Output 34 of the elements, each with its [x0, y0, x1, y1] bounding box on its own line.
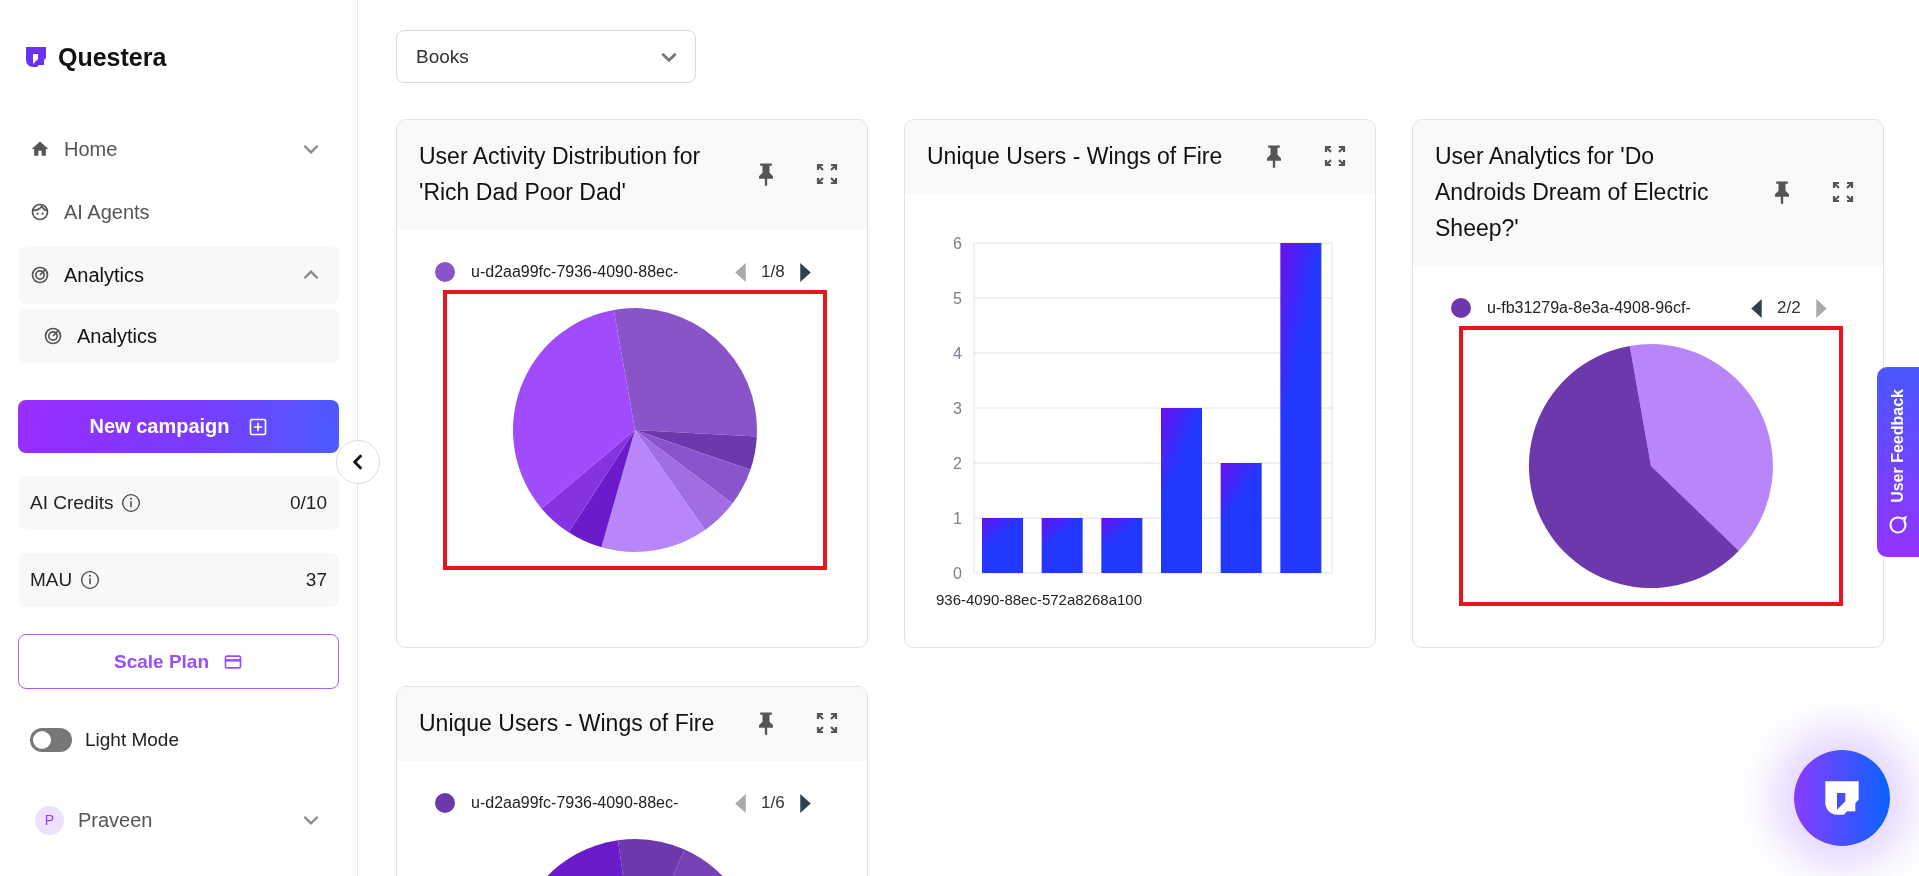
nav-item[interactable]: Analytics [18, 246, 339, 304]
card-title: Unique Users - Wings of Fire [927, 142, 1224, 171]
card-title: Unique Users - Wings of Fire [419, 709, 716, 738]
stat-value: 37 [305, 569, 327, 591]
toggle-label: Light Mode [85, 729, 179, 751]
user-menu[interactable]: P Praveen [18, 800, 339, 840]
axis-tick-label: 2 [953, 455, 962, 472]
legend-label[interactable]: u-fb31279a-8e3a-4908-96cf- [1487, 299, 1750, 317]
axis-tick-label: 5 [953, 290, 962, 307]
axis-tick-label: 6 [953, 235, 962, 252]
new-campaign-button[interactable]: New campaign [18, 400, 339, 453]
nav-subitem[interactable]: Analytics [18, 309, 339, 363]
axis-tick-label: 1 [953, 510, 962, 527]
card-title: User Analytics for 'Do Androids Dream of Electric Sheep?' [1435, 142, 1710, 243]
legend-label[interactable]: u-d2aa99fc-7936-4090-88ec- [471, 263, 734, 281]
page-indicator: 1/8 [761, 262, 785, 282]
nav-item[interactable]: AI Agents [18, 183, 339, 241]
stat-label: MAU [30, 569, 73, 591]
user-avatar: P [35, 805, 64, 835]
axis-tick-label: 4 [953, 345, 962, 362]
brand-name: Questera [58, 42, 167, 72]
nav-item[interactable]: Home [18, 120, 339, 178]
page-indicator: 1/6 [761, 793, 785, 813]
scale-plan-button[interactable]: Scale Plan [18, 634, 339, 689]
feedback-tab[interactable]: User Feedback [1877, 367, 1919, 557]
book-select[interactable]: Books [396, 30, 696, 83]
page-indicator: 2/2 [1777, 298, 1801, 318]
axis-category-label: 936-4090-88ec-572a8268a100 [936, 591, 1142, 608]
legend-label[interactable]: u-d2aa99fc-7936-4090-88ec- [471, 794, 734, 812]
card-title: User Activity Distribution for 'Rich Dad Poor Dad' [419, 142, 702, 207]
axis-tick-label: 3 [953, 400, 962, 417]
stat-value: 0/10 [290, 492, 327, 514]
stat-label: AI Credits [30, 492, 114, 514]
axis-tick-label: 0 [953, 565, 962, 582]
